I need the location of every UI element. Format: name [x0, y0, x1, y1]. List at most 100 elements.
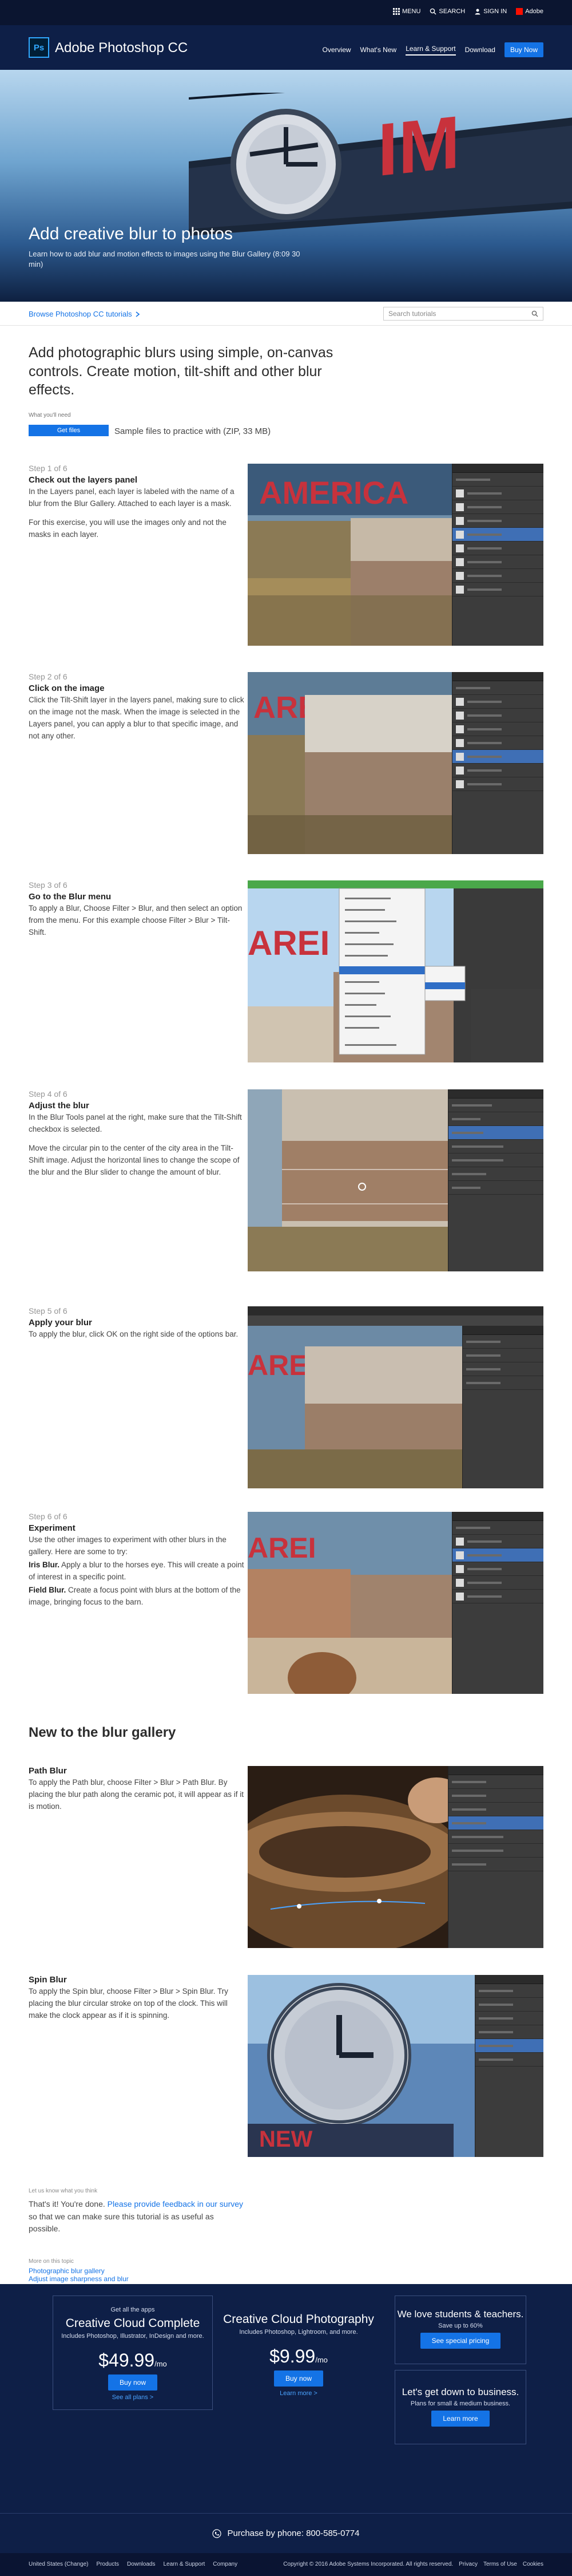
promo-title: Creative Cloud Photography	[223, 2313, 374, 2326]
path-blur-text: To apply the Path blur, choose Filter > …	[29, 1778, 244, 1811]
svg-text:AMERICA: AMERICA	[259, 475, 408, 511]
promo-card-business: Let's get down to business. Plans for sm…	[395, 2370, 526, 2444]
browse-bar: Browse Photoshop CC tutorials Search tut…	[0, 302, 572, 326]
promo-per: /mo	[154, 2360, 167, 2368]
more-link-sharpness-blur[interactable]: Adjust image sharpness and blur	[29, 2275, 129, 2283]
finish-text-before: That's it! You're done.	[29, 2199, 108, 2208]
step-2-screenshot: ARE	[248, 672, 543, 854]
footer-link-privacy[interactable]: Privacy	[459, 2561, 478, 2567]
promo-small: Plans for small & medium business.	[410, 2400, 511, 2407]
menu-label: MENU	[402, 8, 421, 15]
sign-in-button[interactable]: SIGN IN	[474, 8, 507, 15]
svg-text:NEW: NEW	[259, 2127, 313, 2152]
spin-blur-section: Spin Blur To apply the Spin blur, choose…	[29, 1975, 543, 2157]
sign-in-label: SIGN IN	[483, 8, 507, 15]
step-5-screenshot: ARE	[248, 1306, 543, 1488]
user-icon	[475, 9, 480, 15]
nav-learn-support[interactable]: Learn & Support	[406, 45, 456, 56]
menu-button[interactable]: MENU	[393, 8, 420, 15]
promo-small: Save up to 60%	[438, 2322, 483, 2329]
promo-small: Get all the apps	[110, 2306, 155, 2313]
search-button[interactable]: SEARCH	[430, 8, 465, 15]
browse-tutorials-link[interactable]: Browse Photoshop CC tutorials	[29, 310, 140, 318]
promo-title: Let's get down to business.	[402, 2387, 519, 2397]
step-5: Step 5 of 6 Apply your blur To apply the…	[29, 1306, 543, 1488]
svg-text:AREI: AREI	[248, 1532, 316, 1564]
spin-blur-text: To apply the Spin blur, choose Filter > …	[29, 1987, 228, 2020]
step-text: Use the other images to experiment with …	[29, 1535, 227, 1556]
special-pricing-button[interactable]: See special pricing	[420, 2333, 501, 2349]
intro-title: Add photographic blurs using simple, on-…	[29, 345, 333, 398]
phone-text: Purchase by phone: 800-585-0774	[227, 2528, 360, 2538]
path-blur-section: Path Blur To apply the Path blur, choose…	[29, 1766, 543, 1948]
footer-link-cookies[interactable]: Cookies	[523, 2561, 543, 2567]
step-text: To apply the blur, click OK on the right…	[29, 1330, 239, 1338]
promo-title: We love students & teachers.	[397, 2309, 524, 2320]
svg-text:ARE: ARE	[248, 1349, 308, 1381]
nav-overview[interactable]: Overview	[323, 46, 351, 54]
nav-whats-new[interactable]: What's New	[360, 46, 397, 54]
step-3-screenshot: AREI	[248, 880, 543, 1062]
promo-price: $49.99	[98, 2350, 155, 2370]
region-selector[interactable]: United States (Change)	[29, 2561, 89, 2567]
step-text: In the Layers panel, each layer is label…	[29, 487, 235, 508]
buy-now-button[interactable]: Buy Now	[504, 42, 543, 57]
promo-sub: Includes Photoshop, Illustrator, InDesig…	[61, 2333, 204, 2340]
search-tutorials-input[interactable]: Search tutorials	[383, 307, 543, 321]
product-bar: Ps Adobe Photoshop CC Overview What's Ne…	[0, 25, 572, 70]
buy-now-button[interactable]: Buy now	[273, 2370, 324, 2387]
step-2: Step 2 of 6 Click on the image Click the…	[29, 672, 543, 854]
learn-more-button[interactable]: Learn more	[431, 2411, 490, 2427]
step-text: For this exercise, you will use the imag…	[29, 517, 227, 539]
step-text: Click the Tilt-Shift layer in the layers…	[29, 696, 244, 740]
purchase-by-phone: Purchase by phone: 800-585-0774	[0, 2513, 572, 2553]
svg-text:AREI: AREI	[248, 924, 329, 962]
iris-blur-text: Apply a blur to the horses eye. This wil…	[29, 1560, 244, 1581]
hero-banner: IM Add creative blur to photos Learn how…	[0, 70, 572, 302]
search-tutorials-placeholder: Search tutorials	[388, 310, 436, 318]
field-blur-label: Field Blur.	[29, 1585, 66, 1594]
chevron-right-icon	[136, 311, 140, 317]
hero-sign-image: IM	[189, 93, 572, 236]
footer: United States (Change) Products Download…	[0, 2553, 572, 2576]
product-title[interactable]: Adobe Photoshop CC	[55, 40, 188, 56]
adobe-logo-icon	[516, 8, 523, 15]
step-text: To apply a Blur, Choose Filter > Blur, a…	[29, 904, 243, 937]
grid-icon	[393, 8, 400, 15]
promo-section: Get all the apps Creative Cloud Complete…	[0, 2284, 572, 2513]
blur-tools-panel	[475, 1975, 543, 2157]
promo-per: /mo	[315, 2356, 328, 2364]
learn-more-link[interactable]: Learn more >	[219, 2390, 379, 2397]
promo-card-photography: Creative Cloud Photography Includes Phot…	[219, 2296, 379, 2410]
search-icon	[430, 8, 436, 15]
promo-sub: Includes Photoshop, Lightroom, and more.	[239, 2329, 358, 2336]
step-6-screenshot: AREI	[248, 1512, 543, 1694]
iris-blur-label: Iris Blur.	[29, 1560, 60, 1569]
layers-panel	[452, 1512, 543, 1694]
layers-panel	[452, 672, 543, 854]
finish-text-after: so that we can make sure this tutorial i…	[29, 2211, 214, 2234]
see-all-plans-link[interactable]: See all plans >	[53, 2394, 212, 2401]
footer-link-downloads[interactable]: Downloads	[127, 2561, 155, 2567]
adobe-logo-link[interactable]: Adobe	[516, 8, 543, 15]
buy-now-button[interactable]: Buy now	[108, 2374, 158, 2391]
phone-icon	[212, 2528, 222, 2538]
copyright-text: Copyright © 2016 Adobe Systems Incorpora…	[283, 2561, 454, 2567]
more-link-blur-gallery[interactable]: Photographic blur gallery	[29, 2267, 105, 2275]
get-files-button[interactable]: Get files	[29, 425, 109, 436]
photoshop-logo-icon[interactable]: Ps	[29, 37, 49, 58]
blur-tools-panel	[448, 1766, 543, 1948]
footer-link-products[interactable]: Products	[97, 2561, 119, 2567]
step-1: Step 1 of 6 Check out the layers panel I…	[29, 464, 543, 646]
promo-title: Creative Cloud Complete	[65, 2317, 200, 2330]
global-nav: MENU SEARCH SIGN IN Adobe	[0, 0, 572, 25]
survey-link[interactable]: Please provide feedback in our survey	[108, 2199, 243, 2208]
finish-text: That's it! You're done. Please provide f…	[29, 2198, 246, 2235]
footer-link-company[interactable]: Company	[213, 2561, 237, 2567]
step-4: Step 4 of 6 Adjust the blur In the Blur …	[29, 1089, 543, 1271]
sample-files-note: Sample files to practice with (ZIP, 33 M…	[114, 426, 271, 436]
footer-link-learn-support[interactable]: Learn & Support	[163, 2561, 205, 2567]
adobe-label: Adobe	[525, 8, 543, 15]
nav-download[interactable]: Download	[465, 46, 495, 54]
footer-link-terms[interactable]: Terms of Use	[483, 2561, 517, 2567]
